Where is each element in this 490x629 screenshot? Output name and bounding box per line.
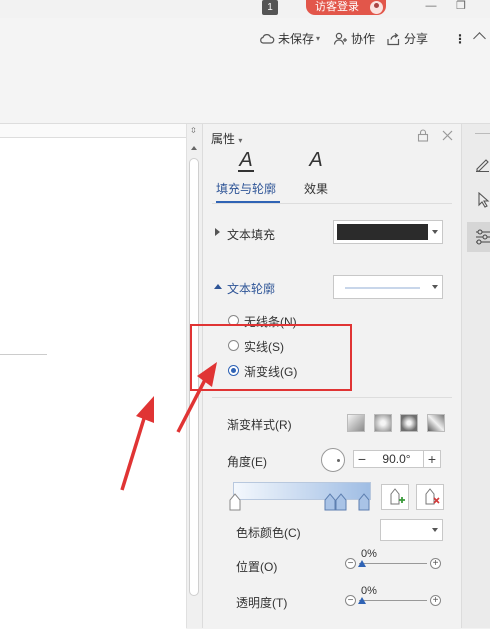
fill-outline-tab-icon: A: [239, 149, 253, 171]
text-fill-color-dropdown[interactable]: [333, 220, 443, 244]
angle-input[interactable]: 90.0°: [370, 450, 423, 468]
angle-increment-button[interactable]: +: [423, 450, 441, 468]
collaborate-label: 协作: [351, 32, 376, 46]
text-fill-label[interactable]: 文本填充: [227, 226, 275, 243]
cloud-icon: [260, 34, 275, 44]
gradient-style-rectangular[interactable]: [400, 414, 418, 432]
text-fill-swatch: [337, 224, 428, 240]
scroll-split-icon[interactable]: ⇳: [190, 127, 197, 135]
expand-arrow-icon[interactable]: [215, 228, 220, 236]
gradient-style-radial[interactable]: [374, 414, 392, 432]
add-stop-icon: [390, 488, 405, 505]
transparency-decrement-button[interactable]: −: [345, 595, 356, 606]
angle-decrement-button[interactable]: −: [353, 450, 371, 468]
transparency-increment-button[interactable]: +: [430, 595, 441, 606]
sliders-icon: [476, 229, 490, 245]
collapse-arrow-icon[interactable]: [214, 284, 222, 289]
delete-stop-icon: [425, 488, 440, 505]
tab-fill-outline[interactable]: 填充与轮廓: [216, 180, 276, 197]
gradient-style-label: 渐变样式(R): [227, 418, 292, 432]
share-icon: [387, 33, 400, 46]
position-increment-button[interactable]: +: [430, 558, 441, 569]
sidebar-divider: [475, 133, 490, 134]
chevron-down-icon: [432, 230, 438, 234]
delete-stop-button[interactable]: [416, 484, 444, 510]
add-stop-button[interactable]: [381, 484, 409, 510]
position-value: 0%: [361, 548, 377, 560]
chevron-down-icon: ▾: [316, 34, 321, 43]
cursor-icon[interactable]: [477, 192, 490, 208]
chevron-down-icon: [432, 528, 438, 532]
share-label: 分享: [404, 32, 429, 46]
fill-outline-tab-icon-underline: [238, 170, 254, 172]
title-bar: [0, 0, 490, 18]
transparency-slider-thumb[interactable]: [358, 597, 366, 604]
transparency-slider-track[interactable]: [359, 600, 427, 601]
text-outline-style-dropdown[interactable]: [333, 275, 443, 299]
position-slider-thumb[interactable]: [358, 560, 366, 567]
unsaved-label: 未保存: [278, 32, 315, 46]
effects-tab-icon: A: [309, 149, 323, 171]
minimize-button[interactable]: —: [420, 0, 442, 14]
text-outline-label[interactable]: 文本轮廓: [227, 280, 275, 297]
tab-effects[interactable]: 效果: [304, 180, 328, 197]
annotation-arrows: [120, 362, 217, 491]
angle-label: 角度(E): [227, 455, 267, 469]
close-icon[interactable]: [442, 130, 453, 141]
scroll-up-icon[interactable]: [191, 146, 197, 150]
avatar-icon: [370, 1, 383, 14]
panel-title-label: 属性: [211, 132, 236, 146]
panel-title[interactable]: 属性 ▾: [211, 130, 242, 147]
section-divider: [212, 397, 452, 398]
chevron-down-icon: [432, 285, 438, 289]
unsaved-button[interactable]: 未保存 ▾: [259, 30, 320, 48]
outline-preview-line: [345, 287, 420, 289]
gradient-stops[interactable]: [228, 490, 373, 512]
tab-count-badge[interactable]: 1: [262, 0, 278, 15]
stop-color-label: 色标颜色(C): [236, 526, 301, 540]
chevron-down-icon: ▾: [238, 136, 243, 145]
position-label: 位置(O): [236, 560, 278, 574]
collaborate-button[interactable]: 协作: [333, 30, 375, 48]
tab-divider: [212, 203, 452, 204]
guest-login-button[interactable]: 访客登录: [306, 0, 386, 15]
pen-icon[interactable]: [475, 156, 490, 172]
transparency-label: 透明度(T): [236, 596, 288, 610]
angle-dial[interactable]: [321, 448, 345, 472]
more-button[interactable]: ⋮: [454, 30, 466, 48]
restore-button[interactable]: ❐: [450, 0, 472, 14]
position-decrement-button[interactable]: −: [345, 558, 356, 569]
gradient-style-linear[interactable]: [347, 414, 365, 432]
gradient-style-path[interactable]: [427, 414, 445, 432]
stop-color-dropdown[interactable]: [380, 519, 443, 541]
transparency-value: 0%: [361, 585, 377, 597]
guest-login-label: 访客登录: [315, 1, 359, 13]
position-slider-track[interactable]: [359, 563, 427, 564]
document-rule: [0, 354, 47, 355]
share-button[interactable]: 分享: [386, 30, 428, 48]
properties-sidebar-button[interactable]: [467, 222, 490, 252]
collaborate-icon: [333, 32, 347, 45]
lock-icon[interactable]: [417, 129, 429, 142]
angle-dial-handle: [337, 459, 340, 462]
